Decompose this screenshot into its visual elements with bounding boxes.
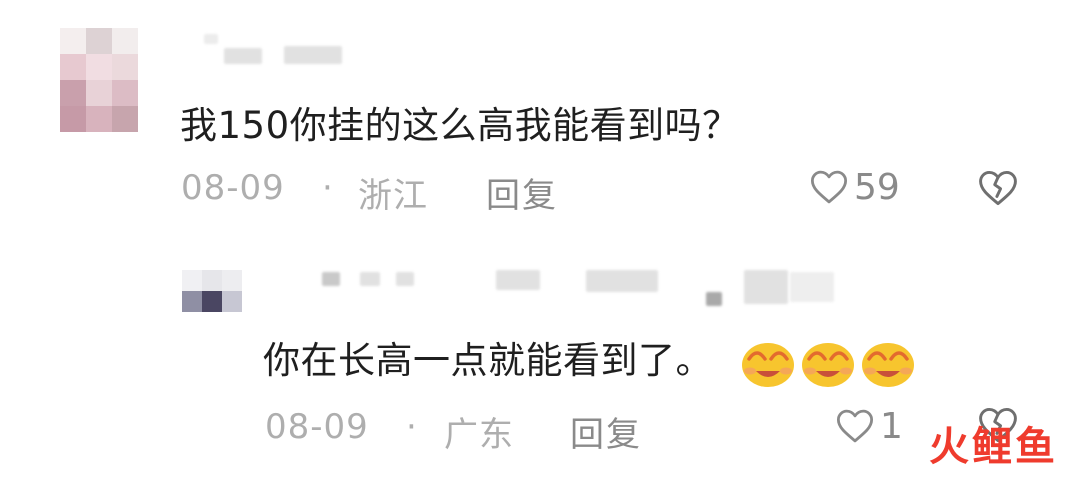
reply-like-button[interactable]: 1 [834, 405, 903, 447]
sweat-smile-emoji [742, 342, 794, 387]
watermark-logo: 火鲤鱼 [929, 424, 1058, 470]
reply-like-count: 1 [880, 405, 903, 447]
reply-date: 08-09 [265, 407, 369, 447]
comment-date: 08-09 [181, 168, 285, 208]
comment-location: 浙江 [358, 176, 428, 216]
reply-button[interactable]: 回复 [486, 168, 558, 217]
sweat-smile-emoji [802, 342, 854, 387]
heart-icon [836, 409, 874, 443]
sweat-smile-emoji [862, 342, 914, 387]
meta-separator: · [322, 168, 334, 208]
reply-meta-separator: · [406, 407, 418, 447]
reply-text-content: 你在长高一点就能看到了。 [263, 339, 713, 382]
emoji-row [739, 337, 919, 389]
like-button[interactable]: 59 [808, 166, 900, 208]
reply-avatar[interactable] [182, 270, 242, 312]
reply-reply-button[interactable]: 回复 [570, 407, 642, 456]
reply-location: 广东 [444, 415, 514, 455]
heart-icon [810, 170, 848, 204]
avatar[interactable] [60, 28, 138, 132]
comment-text: 我150你挂的这么高我能看到吗？ [180, 104, 740, 147]
like-count: 59 [854, 166, 900, 208]
broken-heart-icon [979, 170, 1017, 206]
reply-text: 你在长高一点就能看到了。 [263, 330, 919, 389]
dislike-button[interactable] [976, 166, 1020, 214]
